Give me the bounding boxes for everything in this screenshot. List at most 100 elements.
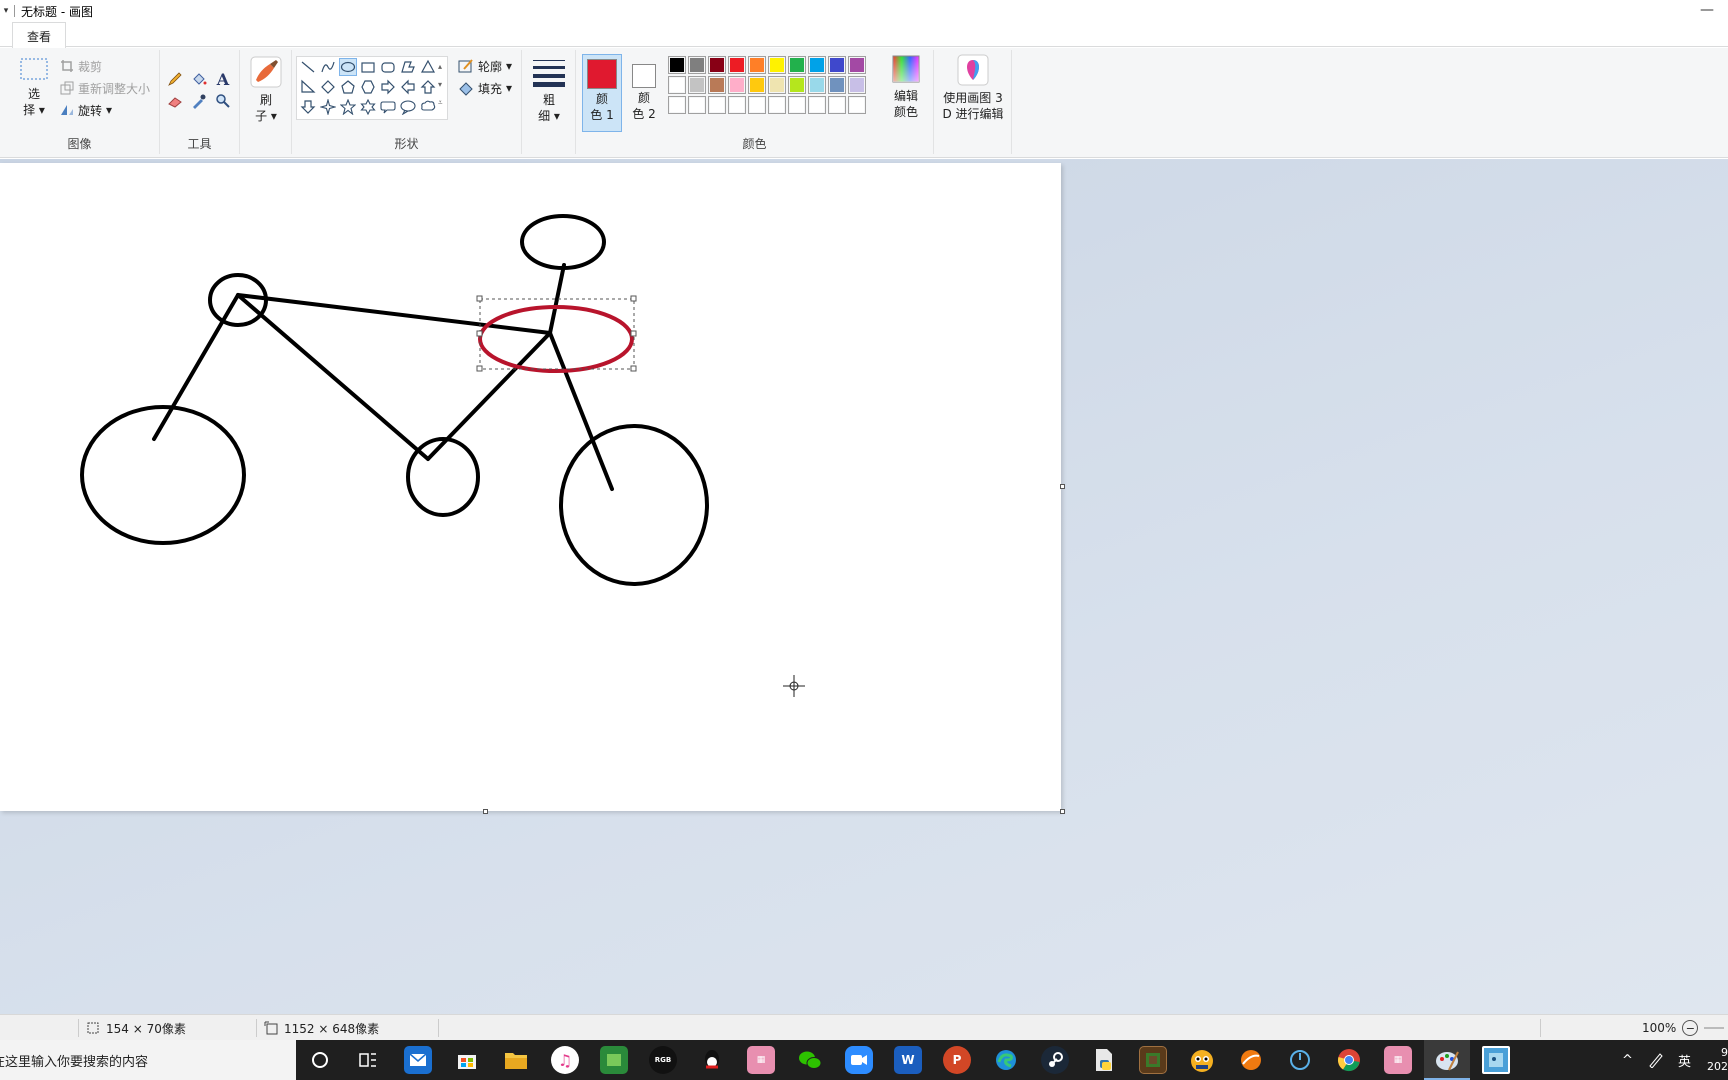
palette-swatch[interactable] (708, 56, 726, 74)
palette-swatch[interactable] (728, 96, 746, 114)
taskbar-search-box[interactable]: 在这里输入你要搜索的内容 (0, 1040, 296, 1080)
palette-swatch[interactable] (748, 76, 766, 94)
resize-button[interactable]: 重新调整大小 (60, 78, 150, 98)
fill-button[interactable]: 填充 ▾ (458, 78, 512, 98)
palette-swatch[interactable] (688, 56, 706, 74)
palette-swatch[interactable] (728, 56, 746, 74)
itunes-icon[interactable]: ♫ (551, 1046, 579, 1074)
cortana-icon[interactable] (306, 1046, 334, 1074)
tab-view[interactable]: 查看 (12, 22, 67, 48)
text-tool-icon[interactable]: A (214, 70, 232, 89)
mail-icon[interactable] (404, 1046, 432, 1074)
shape-hexagon-icon[interactable] (359, 78, 377, 96)
canvas-resize-handle-right[interactable] (1060, 484, 1065, 489)
shape-right-triangle-icon[interactable] (299, 78, 317, 96)
brush-button[interactable]: 刷 子 ▾ (246, 56, 286, 124)
green-app-icon[interactable] (600, 1046, 628, 1074)
zoom-out-button[interactable]: − (1682, 1020, 1699, 1036)
task-view-icon[interactable] (354, 1046, 382, 1074)
palette-swatch[interactable] (668, 76, 686, 94)
shape-pentagon-icon[interactable] (339, 78, 357, 96)
paint3d-button[interactable]: 使用画图 3 D 进行编辑 (936, 54, 1010, 122)
shape-oval-icon[interactable] (339, 58, 357, 76)
shape-six-point-star-icon[interactable] (359, 98, 377, 116)
chrome-icon[interactable] (1335, 1046, 1363, 1074)
shape-rounded-rectangle-icon[interactable] (379, 58, 397, 76)
palette-swatch[interactable] (748, 56, 766, 74)
canvas-resize-handle-bottom[interactable] (483, 809, 488, 814)
shape-five-point-star-icon[interactable] (339, 98, 357, 116)
shape-oval-callout-icon[interactable] (399, 98, 417, 116)
store-icon[interactable] (453, 1046, 481, 1074)
game-icon[interactable] (1139, 1046, 1167, 1074)
shape-triangle-icon[interactable] (419, 58, 437, 76)
edge-icon[interactable] (992, 1046, 1020, 1074)
rgb-app-icon[interactable]: RGB (649, 1046, 677, 1074)
palette-swatch[interactable] (768, 76, 786, 94)
shape-four-point-star-icon[interactable] (319, 98, 337, 116)
palette-swatch[interactable] (728, 76, 746, 94)
drawing-canvas[interactable] (0, 163, 1061, 811)
minimize-button[interactable]: — (1700, 2, 1714, 18)
palette-swatch[interactable] (828, 56, 846, 74)
clock[interactable]: 9 202 (1704, 1040, 1728, 1080)
shape-rounded-callout-icon[interactable] (379, 98, 397, 116)
paint-icon[interactable] (1433, 1046, 1461, 1074)
palette-swatch[interactable] (668, 56, 686, 74)
file-explorer-icon[interactable] (502, 1046, 530, 1074)
palette-swatch[interactable] (808, 76, 826, 94)
color-picker-icon[interactable] (190, 92, 208, 110)
power-app-icon[interactable] (1286, 1046, 1314, 1074)
color1-button[interactable]: 颜 色 1 (582, 54, 622, 132)
pen-icon[interactable] (1648, 1040, 1664, 1080)
shape-down-arrow-icon[interactable] (299, 98, 317, 116)
tray-overflow-icon[interactable]: ^ (1622, 1040, 1633, 1080)
fill-bucket-icon[interactable] (190, 70, 208, 88)
snip-tool-icon[interactable] (1482, 1046, 1510, 1074)
palette-swatch[interactable] (788, 56, 806, 74)
palette-swatch[interactable] (788, 76, 806, 94)
shape-cloud-callout-icon[interactable] (419, 98, 437, 116)
steam-icon[interactable] (1041, 1046, 1069, 1074)
powerpoint-icon[interactable]: P (943, 1046, 971, 1074)
word-icon[interactable]: W (894, 1046, 922, 1074)
palette-swatch[interactable] (848, 56, 866, 74)
palette-swatch[interactable] (748, 96, 766, 114)
orange-app-icon[interactable] (1237, 1046, 1265, 1074)
size-button[interactable]: 粗 细 ▾ (530, 56, 568, 124)
shape-up-arrow-icon[interactable] (419, 78, 437, 96)
shape-curve-icon[interactable] (319, 58, 337, 76)
zoom-app-icon[interactable] (845, 1046, 873, 1074)
zoom-slider[interactable] (1704, 1027, 1725, 1029)
wechat-icon[interactable] (796, 1046, 824, 1074)
ime-indicator[interactable]: 英 (1678, 1040, 1691, 1080)
palette-swatch[interactable] (848, 76, 866, 94)
pink-app-icon[interactable]: ▦ (747, 1046, 775, 1074)
magnifier-icon[interactable] (214, 92, 232, 110)
palette-swatch[interactable] (708, 76, 726, 94)
palette-swatch[interactable] (808, 96, 826, 114)
color2-button[interactable]: 颜 色 2 (626, 54, 662, 132)
palette-swatch[interactable] (688, 76, 706, 94)
crop-button[interactable]: 裁剪 (60, 56, 102, 76)
palette-swatch[interactable] (768, 56, 786, 74)
edit-colors-button[interactable]: 编辑 颜色 (886, 54, 926, 120)
python-file-icon[interactable] (1090, 1046, 1118, 1074)
palette-swatch[interactable] (828, 76, 846, 94)
shape-line-icon[interactable] (299, 58, 317, 76)
palette-swatch[interactable] (848, 96, 866, 114)
shape-diamond-icon[interactable] (319, 78, 337, 96)
outline-button[interactable]: 轮廓 ▾ (458, 56, 512, 76)
shape-polygon-icon[interactable] (399, 58, 417, 76)
shape-rectangle-icon[interactable] (359, 58, 377, 76)
gallery-scroll[interactable]: ▴ ▾ ⩡ (438, 58, 443, 112)
shape-left-arrow-icon[interactable] (399, 78, 417, 96)
palette-swatch[interactable] (828, 96, 846, 114)
palette-swatch[interactable] (688, 96, 706, 114)
palette-swatch[interactable] (808, 56, 826, 74)
qq-icon[interactable] (698, 1046, 726, 1074)
select-button[interactable]: 选 择 ▾ (14, 56, 54, 118)
rotate-button[interactable]: 旋转 ▾ (60, 100, 112, 120)
palette-swatch[interactable] (668, 96, 686, 114)
palette-swatch[interactable] (708, 96, 726, 114)
